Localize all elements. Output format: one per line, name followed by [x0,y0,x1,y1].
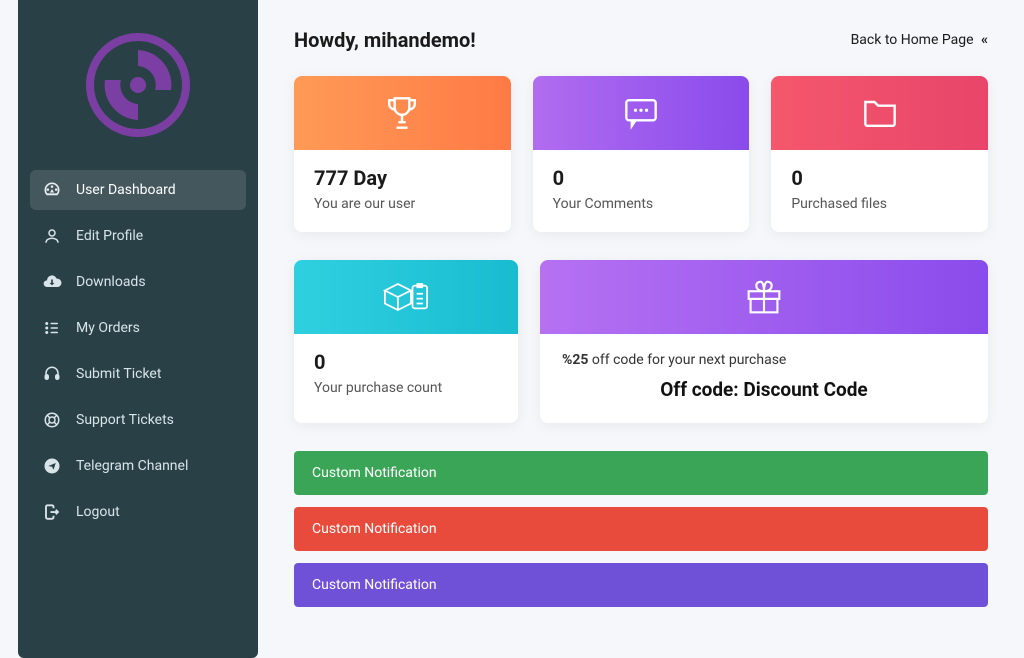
sidebar-item-user-dashboard[interactable]: User Dashboard [30,170,246,210]
stat-card-body: 0 Your purchase count [294,334,518,416]
sidebar-item-label: Support Tickets [76,412,174,428]
notification-item[interactable]: Custom Notification [294,451,988,495]
stat-sub: You are our user [314,196,491,212]
stat-value: 0 [314,350,498,374]
stat-sub: Purchased files [791,196,968,212]
stat-card-purchases: 0 Your purchase count [294,260,518,423]
logo [30,20,246,170]
notification-text: Custom Notification [312,521,437,537]
promo-body: %25 off code for your next purchase Off … [540,334,988,423]
comment-icon [619,91,663,135]
header-row: Howdy, mihandemo! Back to Home Page « [294,28,988,52]
stat-card-header [294,260,518,334]
stat-card-body: 0 Purchased files [771,150,988,232]
sidebar: User Dashboard Edit Profile Downloads My… [18,0,258,658]
sidebar-item-label: Downloads [76,274,146,290]
notification-item[interactable]: Custom Notification [294,563,988,607]
sidebar-item-label: User Dashboard [76,182,176,198]
sidebar-item-my-orders[interactable]: My Orders [30,308,246,348]
second-row: 0 Your purchase count %25 off code for y… [294,260,988,423]
logo-icon [83,30,193,140]
promo-suffix: off code for your next purchase [588,352,786,368]
sidebar-item-label: Submit Ticket [76,366,161,382]
sidebar-item-logout[interactable]: Logout [30,492,246,532]
logo-circle [83,30,193,140]
sidebar-item-label: Telegram Channel [76,458,188,474]
sidebar-item-telegram-channel[interactable]: Telegram Channel [30,446,246,486]
stat-card-header [533,76,750,150]
promo-percent-line: %25 off code for your next purchase [562,352,966,368]
sidebar-item-downloads[interactable]: Downloads [30,262,246,302]
notification-text: Custom Notification [312,465,437,481]
stat-value: 0 [553,166,730,190]
cloud-download-icon [42,272,62,292]
page-title: Howdy, mihandemo! [294,28,476,52]
user-icon [42,226,62,246]
stat-sub: Your Comments [553,196,730,212]
chevron-left-icon: « [981,32,988,48]
gift-icon [741,274,787,320]
stat-card-body: 0 Your Comments [533,150,750,232]
sidebar-item-edit-profile[interactable]: Edit Profile [30,216,246,256]
promo-code-line: Off code: Discount Code [562,378,966,401]
stat-card-header [294,76,511,150]
sidebar-item-submit-ticket[interactable]: Submit Ticket [30,354,246,394]
dashboard-icon [42,180,62,200]
folder-icon [858,91,902,135]
telegram-icon [42,456,62,476]
promo-card: %25 off code for your next purchase Off … [540,260,988,423]
headset-icon [42,364,62,384]
main-content: Howdy, mihandemo! Back to Home Page « 77… [258,0,1024,658]
stat-card-files: 0 Purchased files [771,76,988,232]
stat-card-header [771,76,988,150]
list-icon [42,318,62,338]
stat-sub: Your purchase count [314,380,498,396]
sidebar-item-support-tickets[interactable]: Support Tickets [30,400,246,440]
stat-value: 777 Day [314,166,491,190]
notification-text: Custom Notification [312,577,437,593]
stat-card-comments: 0 Your Comments [533,76,750,232]
stat-card-body: 777 Day You are our user [294,150,511,232]
stat-value: 0 [791,166,968,190]
promo-header [540,260,988,334]
sidebar-item-label: Edit Profile [76,228,143,244]
lifebuoy-icon [42,410,62,430]
stats-row: 777 Day You are our user 0 Your Comments [294,76,988,232]
promo-percent: %25 [562,352,588,368]
box-clipboard-icon [380,275,432,319]
sidebar-item-label: Logout [76,504,120,520]
back-home-link[interactable]: Back to Home Page « [851,32,988,48]
back-home-label: Back to Home Page [851,32,974,48]
notification-item[interactable]: Custom Notification [294,507,988,551]
notifications: Custom Notification Custom Notification … [294,451,988,607]
trophy-icon [380,91,424,135]
stat-card-days: 777 Day You are our user [294,76,511,232]
logout-icon [42,502,62,522]
sidebar-item-label: My Orders [76,320,140,336]
